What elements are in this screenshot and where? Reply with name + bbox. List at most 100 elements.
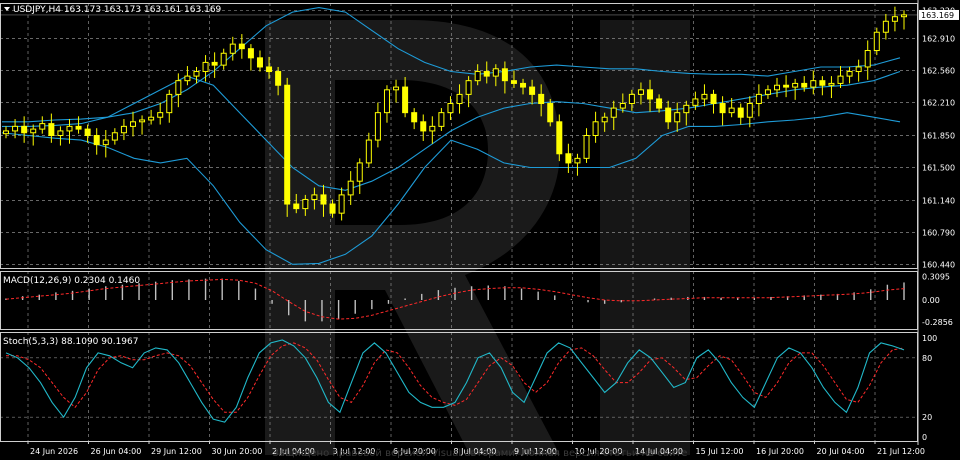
candle-body-bear xyxy=(565,153,572,164)
candle-body-bull xyxy=(864,50,871,68)
candle-body-bull xyxy=(393,86,400,91)
candle-body-bull xyxy=(102,139,109,146)
x-tick-label: 21 Jul 12:00 xyxy=(877,447,925,456)
candle-body-bull xyxy=(764,89,771,95)
candle-body-bull xyxy=(846,71,853,77)
candle-body-bull xyxy=(456,93,463,105)
candle-body-bull xyxy=(66,125,73,132)
x-tick-label: 15 Jul 12:00 xyxy=(696,447,744,456)
candle-body-bull xyxy=(610,107,617,118)
candle-body-bull xyxy=(175,80,182,95)
triangle-down-icon[interactable] xyxy=(4,7,10,11)
candle-body-bear xyxy=(293,203,300,210)
candle-body-bull xyxy=(601,116,608,123)
x-tick-label: 24 Jun 2026 xyxy=(30,447,78,456)
candle-body-bear xyxy=(656,98,663,109)
watermark-text: Защищено правовой версией Visual авторам… xyxy=(273,448,688,459)
candle-body-bull xyxy=(193,71,200,77)
candle-body-bear xyxy=(238,43,245,50)
candle-body-bull xyxy=(828,82,835,86)
candle-body-bear xyxy=(529,86,536,95)
candle-body-bull xyxy=(774,84,781,91)
candle-body-bull xyxy=(637,89,644,95)
candle-body-bull xyxy=(810,80,817,88)
macd-title: MACD(12,26,9) 0.2304 0.1460 xyxy=(3,276,140,286)
candle-body-bear xyxy=(256,57,263,68)
candle-body-bear xyxy=(556,121,563,155)
candle-body-bear xyxy=(710,93,717,105)
candle-body-bull xyxy=(492,68,499,77)
x-tick-label: 16 Jul 20:00 xyxy=(756,447,804,456)
candle-body-bull xyxy=(3,130,9,135)
candle-body-bear xyxy=(266,66,273,73)
candle-body-bear xyxy=(211,61,218,66)
candle-body-bear xyxy=(520,82,527,88)
price-tick-label: 162.910 xyxy=(922,35,955,44)
candle-body-bull xyxy=(220,52,227,66)
price-tick-label: 162.560 xyxy=(922,67,955,76)
candle-body-bull xyxy=(129,121,136,127)
candle-body-bear xyxy=(420,121,427,132)
candle-body-bear xyxy=(783,84,790,88)
price-tick-label: 160.790 xyxy=(922,228,955,237)
candle-body-bear xyxy=(665,107,672,123)
candle-body-bull xyxy=(837,75,844,84)
candle-body-bull xyxy=(447,103,454,114)
candle-body-bear xyxy=(819,80,826,86)
candle-body-bull xyxy=(755,93,762,105)
x-tick-label: 26 Jun 04:00 xyxy=(91,447,142,456)
macd-tick-label: 0.3095 xyxy=(922,272,950,281)
candle-body-bear xyxy=(329,203,336,214)
candle-body-bull xyxy=(338,194,345,214)
candle-body-bear xyxy=(510,80,517,84)
candle-body-bull xyxy=(229,43,236,54)
candle-body-bull xyxy=(474,71,481,82)
candle-body-bear xyxy=(719,103,726,114)
candle-body-bull xyxy=(873,31,880,52)
candle-body-bull xyxy=(166,93,173,114)
candle-body-bull xyxy=(39,123,46,130)
macd-tick-label: 0.00 xyxy=(922,296,940,305)
candle-body-bear xyxy=(247,48,254,59)
symbol-line: USDJPY,H4 163.173 163.173 163.161 163.16… xyxy=(13,5,222,15)
price-tick-label: 160.440 xyxy=(922,260,955,269)
candle-body-bull xyxy=(302,198,309,210)
price-tick-label: 161.500 xyxy=(922,163,955,172)
candle-body-bear xyxy=(501,68,508,82)
candle-body-bull xyxy=(139,119,146,123)
candle-body-bull xyxy=(311,194,318,200)
stoch-tick-label: 20 xyxy=(922,413,932,422)
price-tick-label: 161.140 xyxy=(922,196,955,205)
candle-body-bull xyxy=(746,103,753,118)
candle-body-bull xyxy=(30,128,37,134)
candle-body-bull xyxy=(583,135,590,159)
candle-body-bull xyxy=(592,121,599,137)
price-tick-label: 161.850 xyxy=(922,132,955,141)
candle-body-bull xyxy=(184,75,191,82)
candle-body-bear xyxy=(538,93,545,105)
candle-body-bear xyxy=(48,123,55,136)
candle-body-bull xyxy=(692,98,699,106)
candle-body-bull xyxy=(148,116,155,121)
candle-body-bull xyxy=(429,125,436,132)
candle-body-bull xyxy=(374,112,381,141)
candle-body-bear xyxy=(84,128,91,137)
candle-body-bear xyxy=(402,86,409,114)
candle-body-bear xyxy=(647,89,654,100)
stoch-tick-label: 100 xyxy=(922,334,937,343)
candle-body-bull xyxy=(12,125,19,132)
candle-body-bear xyxy=(737,107,744,118)
x-tick-label: 29 Jun 12:00 xyxy=(151,447,202,456)
stoch-tick-label: 80 xyxy=(922,354,932,363)
candle-body-bear xyxy=(21,125,28,134)
x-tick-label: 30 Jun 20:00 xyxy=(212,447,263,456)
candle-body-bear xyxy=(93,135,100,146)
macd-tick-label: -0.2856 xyxy=(922,318,953,327)
current-price-label: 163.169 xyxy=(921,11,954,20)
candle-body-bull xyxy=(157,112,164,118)
candle-body-bull xyxy=(882,20,889,33)
candle-body-bull xyxy=(855,66,862,73)
candle-body-bull xyxy=(701,93,708,100)
watermark-logo xyxy=(265,20,690,455)
candle-body-bear xyxy=(483,71,490,77)
